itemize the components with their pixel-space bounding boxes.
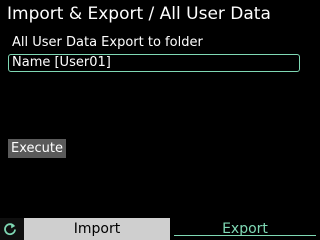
execute-button[interactable]: Execute xyxy=(8,139,66,158)
tab-export[interactable]: Export xyxy=(170,218,320,240)
name-field[interactable]: Name [User01] xyxy=(8,54,300,72)
back-button[interactable] xyxy=(0,218,24,240)
tab-export-underline xyxy=(174,235,316,236)
tab-import[interactable]: Import xyxy=(24,218,170,240)
name-field-value: Name [User01] xyxy=(12,55,111,70)
section-label: All User Data Export to folder xyxy=(12,35,203,50)
page-title: Import & Export / All User Data xyxy=(7,4,271,24)
bottom-tab-bar: Import Export xyxy=(0,218,320,240)
screen: Import & Export / All User Data All User… xyxy=(0,0,320,240)
refresh-back-icon xyxy=(4,223,16,236)
